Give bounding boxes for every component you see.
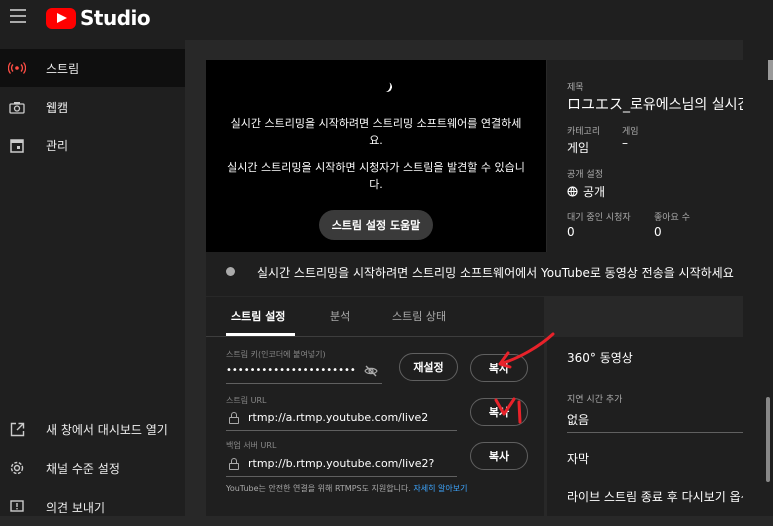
hamburger-menu-icon[interactable] — [10, 9, 26, 23]
title-label: 제목 — [567, 83, 584, 93]
backup-url-label: 백업 서버 URL — [226, 441, 277, 450]
lock-icon — [229, 458, 239, 470]
latency-underline — [567, 432, 743, 433]
sidebar-item-feedback[interactable]: 의견 보내기 — [0, 488, 185, 526]
active-tab-indicator — [226, 333, 295, 336]
tab-analytics[interactable]: 분석 — [330, 308, 350, 324]
studio-logo[interactable]: Studio — [46, 6, 151, 30]
scrollbar-indicator[interactable] — [768, 60, 773, 80]
rtmps-footnote: YouTube는 안전한 연결을 위해 RTMPS도 지원합니다. 자세히 알아… — [226, 484, 468, 493]
copy-backup-url-button[interactable]: 복사 — [470, 442, 528, 470]
stream-setup-help-button[interactable]: 스트림 설정 도움말 — [319, 210, 433, 240]
category-value: 게임 — [567, 141, 590, 155]
category-label: 카테고리 — [567, 127, 601, 137]
sidebar-item-channel-settings[interactable]: 채널 수준 설정 — [0, 449, 185, 487]
backup-url-field[interactable]: rtmp://b.rtmp.youtube.com/live2?backup=1 — [248, 457, 434, 470]
tab-stream-health[interactable]: 스트림 상태 — [392, 308, 446, 324]
tab-stream-settings[interactable]: 스트림 설정 — [231, 308, 285, 324]
likes-value: 0 — [654, 225, 662, 239]
sidebar-item-webcam[interactable]: 웹캠 — [0, 88, 185, 126]
stream-key-underline — [226, 383, 382, 384]
broadcast-icon — [7, 58, 27, 78]
gear-icon — [7, 458, 27, 478]
logo-text: Studio — [80, 6, 151, 30]
likes-label: 좋아요 수 — [654, 213, 690, 223]
visibility-value: 공개 — [567, 183, 605, 200]
sidebar-item-label: 채널 수준 설정 — [46, 461, 120, 476]
stream-url-label: 스트림 URL — [226, 396, 267, 405]
stream-url-field[interactable]: rtmp://a.rtmp.youtube.com/live2 — [248, 411, 456, 424]
sidebar-item-open-dashboard[interactable]: 새 창에서 대시보드 열기 — [0, 410, 185, 448]
stream-key-label: 스트림 키(인코더에 붙여넣기) — [226, 350, 326, 359]
stream-key-field[interactable]: •••••••••••••••••••••••• — [226, 365, 356, 376]
lock-icon — [229, 412, 239, 424]
latency-label: 지연 시간 추가 — [567, 395, 623, 405]
option-360-video[interactable]: 360° 동영상 — [567, 349, 633, 366]
copy-stream-key-button[interactable]: 복사 — [470, 354, 528, 382]
sidebar-item-label: 웹캠 — [46, 100, 69, 115]
feedback-icon — [7, 497, 27, 517]
waiting-viewers-value: 0 — [567, 225, 575, 239]
status-message: 실시간 스트리밍을 시작하려면 스트리밍 소프트웨어에서 YouTube로 동영… — [257, 266, 734, 280]
sidebar-item-label: 의견 보내기 — [46, 500, 106, 515]
visibility-off-icon[interactable] — [364, 365, 378, 377]
waiting-viewers-label: 대기 중인 시청자 — [567, 213, 631, 223]
game-value: – — [622, 136, 628, 150]
calendar-icon — [7, 135, 27, 155]
reset-stream-key-button[interactable]: 재설정 — [399, 353, 458, 381]
preview-message-discover: 실시간 스트리밍을 시작하면 시청자가 스트림을 발견할 수 있습니 다. — [227, 161, 525, 191]
stream-status-bar: 실시간 스트리밍을 시작하려면 스트리밍 소프트웨어에서 YouTube로 동영… — [206, 252, 743, 296]
globe-icon — [567, 186, 578, 197]
visibility-label: 공개 설정 — [567, 170, 603, 180]
sidebar-item-label: 관리 — [46, 138, 69, 153]
sidebar-item-label: 새 창에서 대시보드 열기 — [46, 422, 168, 437]
camera-icon — [7, 97, 27, 117]
sidebar-item-stream[interactable]: 스트림 — [0, 49, 185, 87]
sidebar-item-manage[interactable]: 관리 — [0, 126, 185, 164]
youtube-play-icon — [46, 7, 76, 29]
settings-tabs: 스트림 설정 분석 스트림 상태 — [206, 297, 544, 337]
learn-more-link[interactable]: 자세히 알아보기 — [413, 484, 467, 493]
open-external-icon — [7, 419, 27, 439]
latency-select[interactable]: 없음 — [567, 411, 589, 428]
sidebar-item-label: 스트림 — [46, 61, 80, 76]
backup-url-underline — [226, 476, 457, 477]
copy-stream-url-button[interactable]: 복사 — [470, 398, 528, 426]
preview-message-connect: 실시간 스트리밍을 시작하려면 스트리밍 소프트웨어를 연결하세 요. — [230, 117, 522, 147]
option-dvr[interactable]: 라이브 스트림 종료 후 다시보기 옵션 — [567, 488, 743, 505]
stream-title: ロユエス_로유에스님의 실시간 — [567, 97, 743, 113]
stream-url-underline — [226, 430, 457, 431]
scrollbar-thumb[interactable] — [766, 397, 770, 482]
option-captions[interactable]: 자막 — [567, 450, 589, 467]
status-dot-icon — [226, 267, 235, 276]
